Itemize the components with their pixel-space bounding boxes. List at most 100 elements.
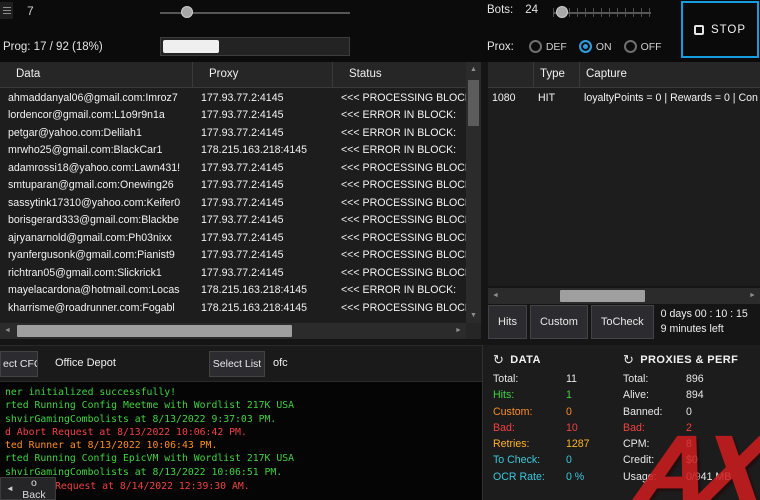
table-row[interactable]: mayelacardona@hotmail.com:Locas 178.215.… <box>0 282 466 300</box>
table-row[interactable]: ajryanarnold@gmail.com:Ph03nixx 177.93.7… <box>0 229 466 247</box>
stat-row: Custom: 0 <box>493 404 617 420</box>
stat-label: Total: <box>493 371 563 387</box>
scroll-right-icon[interactable]: ► <box>451 323 466 338</box>
column-header-capture[interactable]: Capture <box>580 62 760 87</box>
hits-horizontal-scrollbar[interactable]: ◄ ► <box>488 288 760 304</box>
cell-proxy: 178.215.163.218:4145 <box>193 284 333 296</box>
column-header-data[interactable]: Data <box>0 62 193 87</box>
data-grid-body: ahmaddanyal06@gmail.com:Imroz7 177.93.77… <box>0 89 466 323</box>
proxy-mode-off[interactable]: OFF <box>624 40 662 53</box>
cell-type: HIT <box>534 92 580 104</box>
cell-data: mrwho25@gmail.com:BlackCar1 <box>0 144 193 156</box>
stat-row: Hits: 1 <box>493 387 617 403</box>
stat-row: Usage: 0/941 MB <box>623 469 757 485</box>
cell-proxy: 177.93.77.2:4145 <box>193 127 333 139</box>
table-row[interactable]: petgar@yahoo.com:Delilah1 177.93.77.2:41… <box>0 124 466 142</box>
go-back-button[interactable]: ◄ o Back <box>0 477 56 500</box>
stat-value: $0 <box>686 454 698 466</box>
stat-row: Bad: 10 <box>493 420 617 436</box>
list-name: ofc <box>273 357 288 369</box>
cell-proxy: 178.215.163.218:4145 <box>193 302 333 314</box>
cell-data: adamrossi18@yahoo.com:Lawn431! <box>0 162 193 174</box>
proxy-mode-group: Prox: DEF ON OFF <box>487 40 674 53</box>
tab-hits[interactable]: Hits <box>488 305 527 339</box>
stat-value: 8 <box>686 438 692 450</box>
cell-capture: loyaltyPoints = 0 | Rewards = 0 | Con <box>580 92 760 104</box>
scrollbar-thumb[interactable] <box>468 80 479 126</box>
bots-value: 24 <box>525 4 538 16</box>
stat-row: Bad: 2 <box>623 420 757 436</box>
scroll-up-icon[interactable]: ▲ <box>466 62 481 77</box>
stat-value: 10 <box>566 422 578 434</box>
column-header-blank[interactable] <box>488 62 534 87</box>
stat-label: Bad: <box>623 420 683 436</box>
cell-status: <<< PROCESSING BLOCK <box>333 232 466 244</box>
scroll-down-icon[interactable]: ▼ <box>466 308 481 323</box>
progress-label: Prog: 17 / 92 (18%) <box>3 41 103 53</box>
table-row[interactable]: smtuparan@gmail.com:Onewing26 177.93.77.… <box>0 177 466 195</box>
tab-custom[interactable]: Custom <box>530 305 588 339</box>
table-row[interactable]: adamrossi18@yahoo.com:Lawn431! 177.93.77… <box>0 159 466 177</box>
proxy-mode-def[interactable]: DEF <box>529 40 567 53</box>
bots-slider[interactable] <box>553 4 651 20</box>
table-row[interactable]: kharrisme@roadrunner.com:Fogabl 178.215.… <box>0 299 466 317</box>
cell-proxy: 177.93.77.2:4145 <box>193 162 333 174</box>
select-list-button[interactable]: Select List <box>209 351 265 377</box>
data-grid: Data Proxy Status ahmaddanyal06@gmail.co… <box>0 62 481 339</box>
prox-label: Prox: <box>487 41 514 53</box>
table-row[interactable]: lordencor@gmail.com:L1o9r9n1a 177.93.77.… <box>0 107 466 125</box>
proxies-stats-rows: Total: 896 Alive: 894 Banned: 0 Bad <box>623 371 757 485</box>
scroll-left-icon[interactable]: ◄ <box>488 288 503 303</box>
cell-proxy: 177.93.77.2:4145 <box>193 197 333 209</box>
slider-knob[interactable] <box>556 6 568 18</box>
cell-proxy: 178.215.163.218:4145 <box>193 144 333 156</box>
column-header-proxy[interactable]: Proxy <box>193 62 333 87</box>
slider-knob[interactable] <box>181 6 193 18</box>
tab-tocheck[interactable]: ToCheck <box>591 305 654 339</box>
cell-status: <<< PROCESSING BLOCK <box>333 249 466 261</box>
scrollbar-thumb[interactable] <box>560 290 645 302</box>
cell-data: ajryanarnold@gmail.com:Ph03nixx <box>0 232 193 244</box>
table-row[interactable]: borisgerard333@gmail.com:Blackbe 177.93.… <box>0 212 466 230</box>
stat-value: 11 <box>566 373 577 385</box>
column-header-type[interactable]: Type <box>534 62 580 87</box>
radio-icon <box>624 40 637 53</box>
data-grid-header: Data Proxy Status <box>0 62 466 88</box>
stat-row: OCR Rate: 0 % <box>493 469 617 485</box>
select-cfg-button[interactable]: ect CFG <box>0 351 38 377</box>
table-row[interactable]: richtran05@gmail.com:Slickrick1 177.93.7… <box>0 264 466 282</box>
cell-status: <<< ERROR IN BLOCK: <box>333 284 466 296</box>
table-row[interactable]: ahmaddanyal06@gmail.com:Imroz7 177.93.77… <box>0 89 466 107</box>
cell-status: <<< PROCESSING BLOCK <box>333 267 466 279</box>
stat-label: OCR Rate: <box>493 469 563 485</box>
stop-icon <box>694 25 704 35</box>
wait-slider[interactable] <box>160 4 350 20</box>
table-row[interactable]: sassytink17310@yahoo.com:Keifer0 177.93.… <box>0 194 466 212</box>
cell-data: ryanfergusonk@gmail.com:Pianist9 <box>0 249 193 261</box>
table-row[interactable]: mrwho25@gmail.com:BlackCar1 178.215.163.… <box>0 142 466 160</box>
cell-proxy: 177.93.77.2:4145 <box>193 267 333 279</box>
log-panel[interactable]: ner initialized successfully! rted Runni… <box>0 382 482 500</box>
menu-icon[interactable] <box>0 2 13 19</box>
elapsed-time: 0 days 00 : 10 : 15 <box>661 307 748 322</box>
proxy-mode-on[interactable]: ON <box>579 40 612 53</box>
cell-proxy: 177.93.77.2:4145 <box>193 179 333 191</box>
horizontal-scrollbar[interactable]: ◄ ► <box>0 323 466 339</box>
hit-row[interactable]: 1080 HIT loyaltyPoints = 0 | Rewards = 0… <box>488 89 760 107</box>
cell-status: <<< PROCESSING BLOCK <box>333 302 466 314</box>
scroll-right-icon[interactable]: ► <box>745 288 760 303</box>
stats-panel: ↻ DATA Total: 11 Hits: 1 Cust <box>482 345 760 500</box>
scrollbar-thumb[interactable] <box>17 325 292 337</box>
column-header-status[interactable]: Status <box>333 62 466 87</box>
stat-row: Banned: 0 <box>623 404 757 420</box>
cell-proxy: 177.93.77.2:4145 <box>193 214 333 226</box>
table-row[interactable]: ryanfergusonk@gmail.com:Pianist9 177.93.… <box>0 247 466 265</box>
scroll-left-icon[interactable]: ◄ <box>0 323 15 338</box>
config-bar: ect CFG Office Depot Select List ofc <box>0 345 482 382</box>
stat-row: Total: 896 <box>623 371 757 387</box>
stat-label: Alive: <box>623 387 683 403</box>
stat-value: 0/941 MB <box>686 471 731 483</box>
stat-row: Credit: $0 <box>623 452 757 468</box>
stop-button[interactable]: STOP <box>681 1 759 58</box>
vertical-scrollbar[interactable]: ▲ ▼ <box>466 62 481 323</box>
